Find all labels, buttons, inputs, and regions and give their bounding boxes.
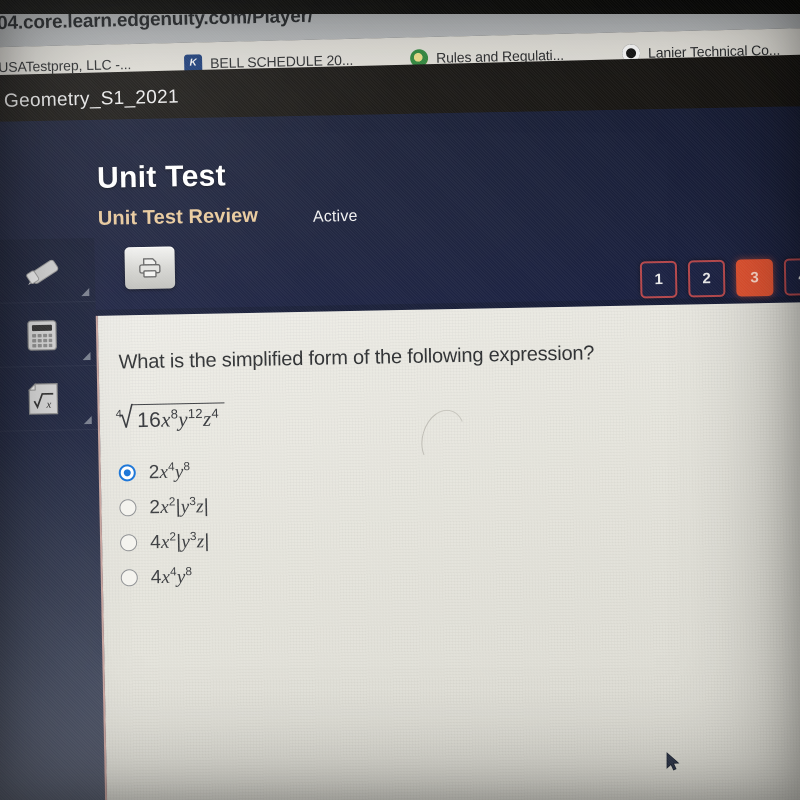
radicand-term-exp: 4: [211, 405, 220, 421]
calculator-icon: [27, 319, 57, 351]
print-button[interactable]: [124, 246, 176, 290]
answer-choice-c[interactable]: 4x2|y3z|: [119, 524, 210, 561]
status-badge: Active: [312, 207, 358, 226]
mouse-pointer-icon: [666, 752, 680, 771]
url-text: 04.core.learn.edgenuity.com/Player/: [0, 5, 314, 35]
answer-choice-a[interactable]: 2x4y8: [118, 454, 208, 491]
question-panel: What is the simplified form of the follo…: [95, 301, 800, 800]
svg-text:x: x: [45, 398, 51, 410]
radicand-term-base: x: [160, 407, 171, 432]
tool-calculator[interactable]: [0, 301, 97, 368]
answer-choice-label: 4x2|y3z|: [149, 529, 210, 554]
question-nav-button-3[interactable]: 3: [735, 258, 774, 297]
question-expression: 4 √ 16x8y12z4: [115, 399, 226, 435]
photo-of-screen: ...nd by ✕ New Tab 04.core.learn.edgenui…: [0, 0, 800, 800]
tool-corner-marker: [82, 351, 91, 361]
question-nav-button-1[interactable]: 1: [639, 260, 678, 299]
radical-sign-icon: √: [118, 399, 134, 435]
tool-rail: x: [0, 237, 106, 800]
edgenuity-player: Unit Test Unit Test Review Active 1 2 3 …: [0, 105, 800, 800]
answer-choice-label: 4x4y8: [150, 564, 193, 589]
tool-formula-reference[interactable]: x: [0, 365, 98, 432]
page-title: c Geometry_S1_2021: [0, 86, 180, 113]
pencil-highlighter-icon: [26, 259, 59, 285]
player-header: Unit Test Unit Test Review Active 1 2 3 …: [0, 105, 800, 312]
question-nav-button-2[interactable]: 2: [687, 259, 726, 298]
tool-corner-marker: [83, 415, 92, 425]
tool-highlighter[interactable]: [0, 237, 96, 304]
radio-button-b[interactable]: [119, 499, 137, 517]
radio-button-a[interactable]: [118, 464, 136, 482]
radicand-coefficient: 16: [136, 408, 162, 433]
radicand: 16x8y12z4: [132, 402, 226, 434]
answer-choice-b[interactable]: 2x2|y3z|: [119, 489, 209, 526]
answer-choices: 2x4y8 2x2|y3z| 4x2|y3z| 4x4y8: [118, 454, 210, 596]
tool-corner-marker: [81, 288, 90, 297]
printer-icon: [139, 258, 161, 278]
answer-choice-label: 2x4y8: [148, 459, 191, 484]
player-title: Unit Test: [96, 159, 227, 195]
question-prompt: What is the simplified form of the follo…: [118, 342, 595, 374]
loading-arc-mark: [414, 404, 472, 473]
radio-button-c[interactable]: [119, 534, 138, 552]
question-nav: 1 2 3 4: [639, 257, 800, 299]
question-nav-button-4[interactable]: 4: [783, 257, 800, 296]
player-subtitle: Unit Test Review: [97, 204, 259, 230]
answer-choice-d[interactable]: 4x4y8: [120, 559, 210, 596]
answer-choice-label: 2x2|y3z|: [149, 494, 210, 519]
square-root-icon: x: [27, 382, 59, 415]
radio-button-d[interactable]: [120, 569, 138, 587]
radicand-term-exp: 12: [187, 405, 204, 422]
